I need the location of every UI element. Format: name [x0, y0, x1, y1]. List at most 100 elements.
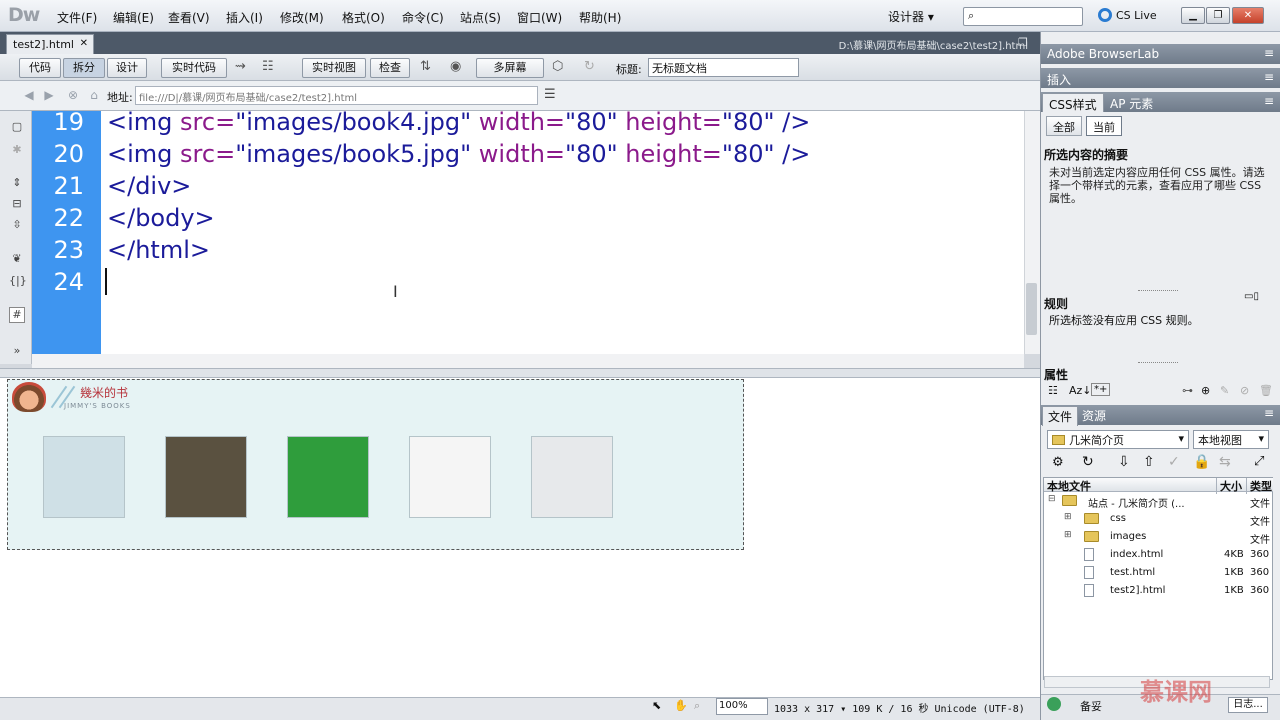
attach-stylesheet-icon[interactable]: ⊶ [1182, 384, 1193, 397]
disable-rule-icon[interactable]: ⊘ [1240, 384, 1249, 397]
menu-item[interactable]: 修改(M) [280, 9, 324, 26]
code-view-button[interactable]: 代码 [19, 58, 61, 78]
menu-item[interactable]: 文件(F) [57, 9, 97, 26]
book-image[interactable] [165, 436, 247, 518]
code-line[interactable]: </div> [107, 170, 191, 202]
rules-info-icon[interactable]: ▭▯ [1244, 291, 1259, 302]
panel-options-icon[interactable]: ≡ [1264, 94, 1274, 108]
close-window-button[interactable]: ✕ [1232, 7, 1264, 24]
browserlab-panel-header[interactable]: Adobe BrowserLab ≡ [1041, 44, 1280, 64]
menu-item[interactable]: 帮助(H) [579, 9, 621, 26]
category-view-icon[interactable]: ☷ [1048, 384, 1058, 397]
collapse-tag-icon[interactable]: ⇕ [9, 176, 25, 192]
view-dropdown[interactable]: 本地视图 ▾ [1193, 430, 1269, 449]
open-documents-icon[interactable]: ▢ [9, 120, 25, 136]
edit-rule-icon[interactable]: ✎ [1220, 384, 1229, 397]
split-view-divider[interactable] [0, 368, 1040, 378]
css-all-button[interactable]: 全部 [1046, 116, 1082, 136]
alphabetical-view-icon[interactable]: Az↓ [1069, 384, 1092, 397]
file-row[interactable]: test.html 1KB 360 [1048, 565, 1272, 583]
close-tab-icon[interactable]: ✕ [80, 38, 88, 49]
hand-tool-icon[interactable]: ✋ [674, 699, 688, 712]
tab-assets[interactable]: 资源 [1082, 407, 1106, 424]
site-dropdown[interactable]: 几米简介页 ▾ [1047, 430, 1189, 449]
menu-item[interactable]: 格式(O) [342, 9, 385, 26]
code-line[interactable]: <img src="images/book5.jpg" width="80" h… [107, 138, 810, 170]
minimize-button[interactable]: ▁ [1181, 7, 1205, 24]
panel-resize-grip[interactable] [1138, 362, 1178, 364]
code-horizontal-scrollbar[interactable] [32, 354, 1024, 368]
tab-files[interactable]: 文件 [1042, 406, 1079, 426]
select-tool-icon[interactable]: ⬉ [652, 699, 661, 712]
zoom-select[interactable]: 100% [716, 698, 768, 715]
expand-icon[interactable]: ⊞ [1064, 530, 1072, 540]
show-code-navigator-icon[interactable]: ✱ [9, 143, 25, 159]
design-view-button[interactable]: 设计 [107, 58, 147, 78]
live-code-button[interactable]: 实时代码 [161, 58, 227, 78]
code-line[interactable]: </body> [107, 202, 215, 234]
check-out-icon[interactable]: ✓ [1168, 454, 1180, 470]
validate-markup-icon[interactable]: ⇅ [420, 59, 431, 74]
zoom-tool-icon[interactable]: ⌕ [694, 699, 700, 713]
css-current-button[interactable]: 当前 [1086, 116, 1122, 136]
file-row[interactable]: test2].html 1KB 360 [1048, 583, 1272, 601]
set-properties-icon[interactable]: *+ [1091, 383, 1111, 396]
file-management-icon[interactable]: ☷ [262, 59, 274, 74]
delete-rule-icon[interactable]: 🗑 [1259, 384, 1273, 397]
home-icon[interactable]: ⌂ [87, 88, 101, 102]
panel-options-icon[interactable]: ≡ [1264, 46, 1274, 60]
file-row[interactable]: index.html 4KB 360 [1048, 547, 1272, 565]
book-image[interactable] [43, 436, 125, 518]
tab-ap-elements[interactable]: AP 元素 [1104, 93, 1159, 112]
forward-icon[interactable]: ▶ [42, 88, 56, 102]
menu-item[interactable]: 命令(C) [402, 9, 444, 26]
restore-doc-icon[interactable]: ❐ [1018, 36, 1028, 49]
file-row[interactable]: ⊟ 站点 - 几米简介页 (... 文件 [1048, 493, 1272, 511]
put-files-icon[interactable]: ⇧ [1143, 454, 1155, 470]
code-line[interactable]: <img src="images/book4.jpg" width="80" h… [107, 106, 810, 138]
live-view-button[interactable]: 实时视图 [302, 58, 366, 78]
inspect-button[interactable]: 检查 [370, 58, 410, 78]
browser-preview-icon[interactable]: ◉ [450, 59, 461, 74]
new-css-rule-icon[interactable]: ⊕ [1201, 384, 1210, 397]
file-row[interactable]: ⊞ css 文件 [1048, 511, 1272, 529]
code-scroll-thumb[interactable] [1026, 283, 1037, 335]
panel-options-icon[interactable]: ≡ [1264, 70, 1274, 84]
panel-options-icon[interactable]: ≡ [1264, 406, 1274, 420]
expand-panel-icon[interactable]: ⤢ [1254, 454, 1264, 469]
line-numbers-icon[interactable]: # [9, 307, 25, 323]
visual-aids-icon[interactable]: ⬡ [552, 59, 563, 74]
expand-icon[interactable]: ⊟ [1048, 494, 1056, 504]
menu-item[interactable]: 编辑(E) [113, 9, 154, 26]
refresh-icon[interactable]: ↻ [584, 59, 595, 74]
book-image[interactable] [531, 436, 613, 518]
tab-css-styles[interactable]: CSS样式 [1042, 93, 1104, 112]
book-image[interactable] [287, 436, 369, 518]
document-tab[interactable]: test2].html ✕ [6, 34, 94, 54]
insert-panel-header[interactable]: 插入 ≡ [1041, 68, 1280, 88]
restore-button[interactable]: ❐ [1206, 7, 1230, 24]
menu-item[interactable]: 窗口(W) [517, 9, 562, 26]
page-title-input[interactable]: 无标题文档 [648, 58, 799, 77]
split-view-button[interactable]: 拆分 [63, 58, 105, 78]
refresh-files-icon[interactable]: ↻ [1082, 454, 1094, 470]
back-icon[interactable]: ◀ [22, 88, 36, 102]
cs-live-button[interactable]: CS Live [1098, 8, 1157, 22]
sync-icon[interactable]: ⇆ [1219, 454, 1231, 470]
connect-icon[interactable]: ⚙ [1052, 455, 1064, 470]
inspect-arrow-icon[interactable]: ⇝ [235, 59, 246, 74]
collapse-selection-icon[interactable]: ⊟ [9, 197, 25, 213]
file-row[interactable]: ⊞ images 文件 [1048, 529, 1272, 547]
address-input[interactable]: file:///D|/慕课/网页布局基础/case2/test2].html [135, 86, 538, 105]
menu-item[interactable]: 插入(I) [226, 9, 263, 26]
book-image[interactable] [409, 436, 491, 518]
get-files-icon[interactable]: ⇩ [1118, 454, 1130, 470]
more-tools-icon[interactable]: » [9, 344, 25, 360]
expand-all-icon[interactable]: ⇳ [9, 218, 25, 234]
panel-resize-grip[interactable] [1138, 290, 1178, 292]
select-parent-tag-icon[interactable]: ❦ [9, 252, 25, 268]
menu-item[interactable]: 查看(V) [168, 9, 210, 26]
menu-item[interactable]: 站点(S) [460, 9, 501, 26]
balance-braces-icon[interactable]: {|} [9, 274, 27, 290]
multiscreen-button[interactable]: 多屏幕 [476, 58, 544, 78]
